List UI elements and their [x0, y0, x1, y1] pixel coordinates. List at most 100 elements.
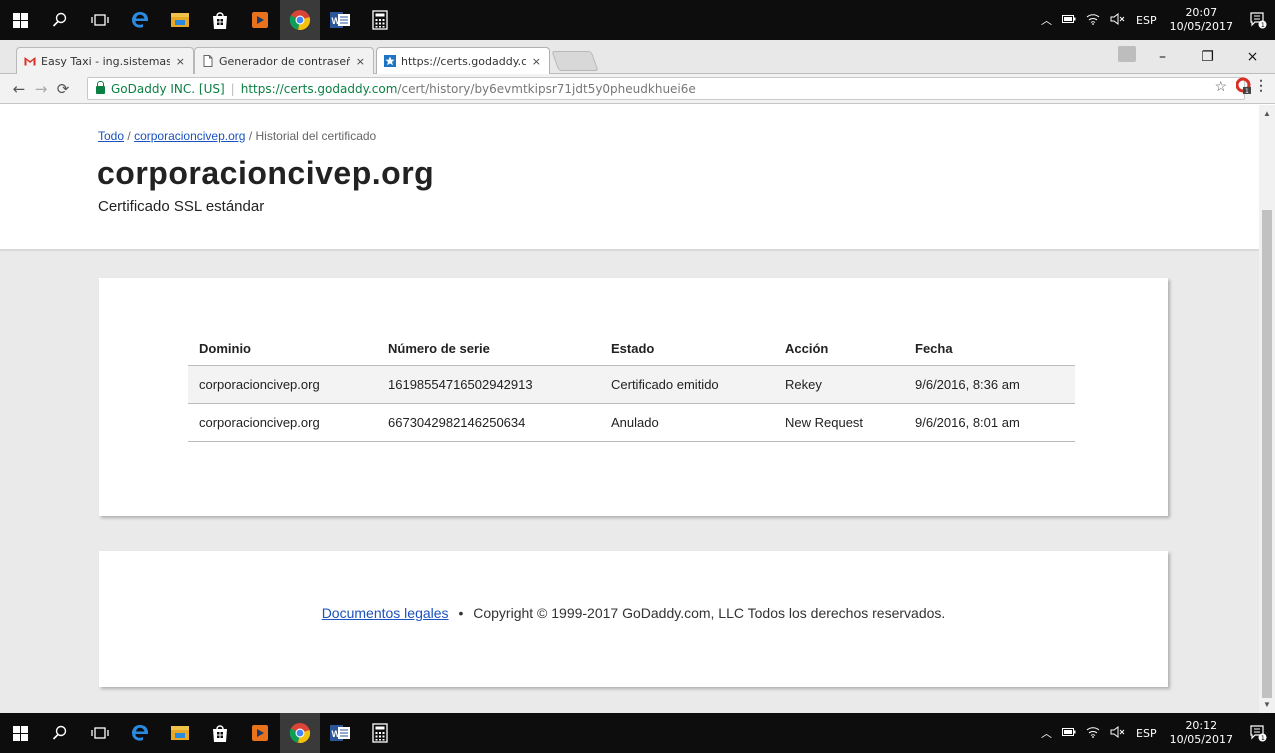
- close-window-button[interactable]: ×: [1230, 49, 1275, 65]
- tab-password-generator[interactable]: Generador de contraseña ×: [194, 47, 374, 74]
- calculator-icon[interactable]: [360, 0, 400, 40]
- chevron-up-icon[interactable]: ︿: [1036, 12, 1057, 28]
- windows-start-icon[interactable]: [0, 0, 40, 40]
- tab-close-icon[interactable]: ×: [356, 55, 365, 68]
- tab-gmail[interactable]: Easy Taxi - ing.sistemasju ×: [16, 47, 194, 74]
- taskbar-bottom: W ︿ ESP 20:12 10/05/2017 1: [0, 713, 1275, 753]
- tab-title: Generador de contraseña: [219, 54, 350, 68]
- media-player-icon[interactable]: [240, 713, 280, 753]
- language-indicator[interactable]: ESP: [1131, 727, 1162, 740]
- store-icon[interactable]: [200, 0, 240, 40]
- task-view-icon[interactable]: [80, 0, 120, 40]
- windows-start-icon[interactable]: [0, 713, 40, 753]
- system-tray: ︿ ESP 20:12 10/05/2017 1: [1036, 713, 1275, 753]
- minimize-button[interactable]: –: [1140, 49, 1185, 65]
- file-explorer-icon[interactable]: [160, 0, 200, 40]
- footer-text: Documentos legales • Copyright © 1999-20…: [99, 605, 1168, 621]
- profile-icon[interactable]: [1118, 46, 1136, 62]
- notification-count: 1: [1261, 734, 1265, 742]
- table-row: corporacioncivep.org 6673042982146250634…: [188, 403, 1075, 442]
- wifi-icon[interactable]: [1081, 13, 1105, 28]
- svg-text:1: 1: [1245, 88, 1249, 95]
- legal-documents-link[interactable]: Documentos legales: [322, 605, 449, 621]
- footer-bullet: •: [458, 605, 464, 621]
- cell-status: Anulado: [600, 403, 774, 442]
- clock-date: 10/05/2017: [1169, 20, 1233, 33]
- battery-icon[interactable]: [1057, 727, 1081, 740]
- language-indicator[interactable]: ESP: [1131, 14, 1162, 27]
- store-icon[interactable]: [200, 713, 240, 753]
- search-icon[interactable]: [40, 0, 80, 40]
- scroll-up-arrow-icon[interactable]: ▲: [1263, 109, 1271, 118]
- back-arrow-icon[interactable]: ←: [8, 80, 30, 98]
- extension-icon[interactable]: 1: [1236, 77, 1252, 95]
- svg-text:W: W: [332, 729, 341, 739]
- lock-icon: [96, 81, 105, 94]
- scrollbar-thumb[interactable]: [1262, 210, 1272, 698]
- edge-icon[interactable]: [120, 0, 160, 40]
- restore-button[interactable]: ❐: [1185, 49, 1230, 65]
- action-center-icon[interactable]: 1: [1241, 724, 1275, 742]
- chrome-menu-icon[interactable]: ⋮: [1254, 77, 1268, 94]
- edge-icon[interactable]: [120, 713, 160, 753]
- table-header-row: Dominio Número de serie Estado Acción Fe…: [188, 333, 1075, 366]
- tab-close-icon[interactable]: ×: [532, 55, 541, 68]
- url-path: /cert/history/by6evmtkipsr71jdt5y0pheudk…: [397, 81, 696, 96]
- battery-icon[interactable]: [1057, 14, 1081, 27]
- column-header-action: Acción: [774, 333, 904, 366]
- tab-strip: Easy Taxi - ing.sistemasju × Generador d…: [0, 40, 1275, 74]
- action-center-icon[interactable]: 1: [1241, 11, 1275, 29]
- wifi-icon[interactable]: [1081, 726, 1105, 741]
- godaddy-icon: [384, 55, 396, 67]
- url-host: https://certs.godaddy.com: [240, 81, 398, 96]
- ev-certificate-name[interactable]: GoDaddy INC. [US]: [111, 82, 225, 96]
- media-player-icon[interactable]: [240, 0, 280, 40]
- tab-close-icon[interactable]: ×: [176, 55, 185, 68]
- word-icon[interactable]: W: [320, 0, 360, 40]
- page-header: Todo / corporacioncivep.org / Historial …: [0, 105, 1259, 251]
- reload-icon[interactable]: ⟳: [52, 80, 74, 98]
- column-header-domain: Dominio: [188, 333, 377, 366]
- certificate-history-table: Dominio Número de serie Estado Acción Fe…: [188, 333, 1075, 442]
- browser-toolbar: ← → ⟳ GoDaddy INC. [US] | https://certs.…: [0, 74, 1275, 104]
- cell-date: 9/6/2016, 8:01 am: [904, 403, 1075, 442]
- task-view-icon[interactable]: [80, 713, 120, 753]
- cell-date: 9/6/2016, 8:36 am: [904, 365, 1075, 404]
- window-controls: – ❐ ×: [1140, 40, 1275, 74]
- calculator-icon[interactable]: [360, 713, 400, 753]
- chevron-up-icon[interactable]: ︿: [1036, 725, 1057, 741]
- volume-muted-icon[interactable]: [1105, 725, 1131, 741]
- volume-muted-icon[interactable]: [1105, 12, 1131, 28]
- address-separator: |: [230, 81, 235, 96]
- address-bar[interactable]: GoDaddy INC. [US] | https://certs.godadd…: [87, 77, 1245, 100]
- taskbar-top: W ︿ ESP 20:07 10/05/2017 1: [0, 0, 1275, 40]
- page-title: corporacioncivep.org: [97, 155, 435, 191]
- system-tray: ︿ ESP 20:07 10/05/2017 1: [1036, 0, 1275, 40]
- breadcrumb-link-domain[interactable]: corporacioncivep.org: [134, 129, 245, 143]
- svg-text:W: W: [332, 16, 341, 26]
- certificate-history-card: Dominio Número de serie Estado Acción Fe…: [99, 278, 1168, 516]
- page-scrollbar[interactable]: ▲ ▼: [1259, 105, 1275, 713]
- tab-godaddy-certs[interactable]: https://certs.godaddy.co ×: [376, 47, 550, 74]
- bookmark-star-icon[interactable]: ☆: [1214, 78, 1227, 95]
- cell-action: Rekey: [774, 365, 904, 404]
- clock[interactable]: 20:12 10/05/2017: [1162, 719, 1241, 747]
- word-icon[interactable]: W: [320, 713, 360, 753]
- clock-date: 10/05/2017: [1169, 733, 1233, 746]
- scroll-down-arrow-icon[interactable]: ▼: [1263, 700, 1271, 709]
- cell-status: Certificado emitido: [600, 365, 774, 404]
- new-tab-button[interactable]: [551, 51, 599, 71]
- cell-serial: 6673042982146250634: [377, 403, 600, 442]
- page-icon: [203, 55, 213, 67]
- chrome-icon[interactable]: [280, 713, 320, 753]
- file-explorer-icon[interactable]: [160, 713, 200, 753]
- breadcrumb: Todo / corporacioncivep.org / Historial …: [98, 129, 376, 143]
- cell-action: New Request: [774, 403, 904, 442]
- page-subtitle: Certificado SSL estándar: [98, 198, 265, 215]
- forward-arrow-icon[interactable]: →: [30, 80, 52, 98]
- breadcrumb-link-all[interactable]: Todo: [98, 129, 124, 143]
- clock[interactable]: 20:07 10/05/2017: [1162, 6, 1241, 34]
- footer-card: Documentos legales • Copyright © 1999-20…: [99, 551, 1168, 687]
- chrome-icon[interactable]: [280, 0, 320, 40]
- search-icon[interactable]: [40, 713, 80, 753]
